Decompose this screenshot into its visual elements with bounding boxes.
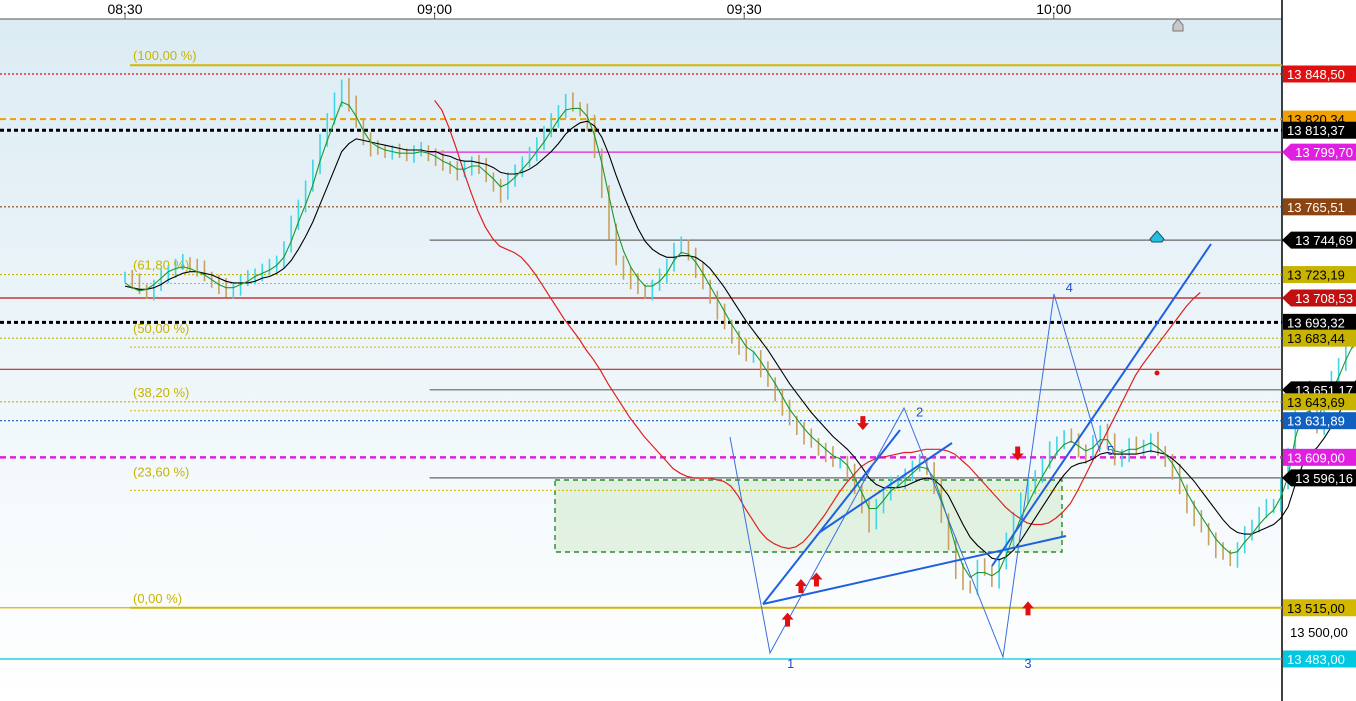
elliott-wave-label: 3: [1024, 656, 1031, 671]
price-level-tag-label: 13 744,69: [1295, 233, 1353, 248]
price-level-tag-label: 13 683,44: [1287, 331, 1345, 346]
time-tick-label: 09:00: [417, 1, 452, 17]
price-level-tag-label: 13 708,53: [1295, 291, 1353, 306]
elliott-wave-label: 2: [916, 405, 923, 420]
price-level-tag-label: 13 765,51: [1287, 200, 1345, 215]
fibonacci-label: (23,60 %): [133, 464, 189, 479]
price-level-tag-label: 13 643,69: [1287, 395, 1345, 410]
price-level-tag-label: 13 483,00: [1287, 652, 1345, 667]
price-level-tag-label: 13 609,00: [1287, 450, 1345, 465]
fibonacci-label: (50,00 %): [133, 321, 189, 336]
time-tick-label: 09:30: [727, 1, 762, 17]
plot-background: [0, 19, 1282, 701]
signal-dot: [1154, 370, 1160, 376]
price-axis-tick-label: 13 500,00: [1290, 625, 1348, 640]
price-level-tag-label: 13 596,16: [1295, 471, 1353, 486]
price-level-tag-label: 13 693,32: [1287, 315, 1345, 330]
elliott-wave-label: 5: [1107, 443, 1114, 458]
price-level-tag-label: 13 723,19: [1287, 268, 1345, 283]
price-level-tag-label: 13 848,50: [1287, 67, 1345, 82]
elliott-wave-label: 4: [1066, 280, 1073, 295]
fibonacci-label: (0,00 %): [133, 591, 182, 606]
price-level-tag-label: 13 799,70: [1295, 145, 1353, 160]
elliott-wave-label: 1: [787, 656, 794, 671]
price-level-tag-label: 13 631,89: [1287, 414, 1345, 429]
fibonacci-label: (38,20 %): [133, 385, 189, 400]
price-level-tag-label: 13 515,00: [1287, 601, 1345, 616]
price-chart[interactable]: 08:30 09:00 09:30 10:00 (100,00 %)(61,80 %)…: [0, 0, 1356, 701]
price-level-tag-label: 13 813,37: [1287, 123, 1345, 138]
fibonacci-label: (100,00 %): [133, 48, 197, 63]
time-tick-label: 08:30: [107, 1, 142, 17]
time-tick-label: 10:00: [1036, 1, 1071, 17]
time-axis-background: [0, 0, 1282, 19]
